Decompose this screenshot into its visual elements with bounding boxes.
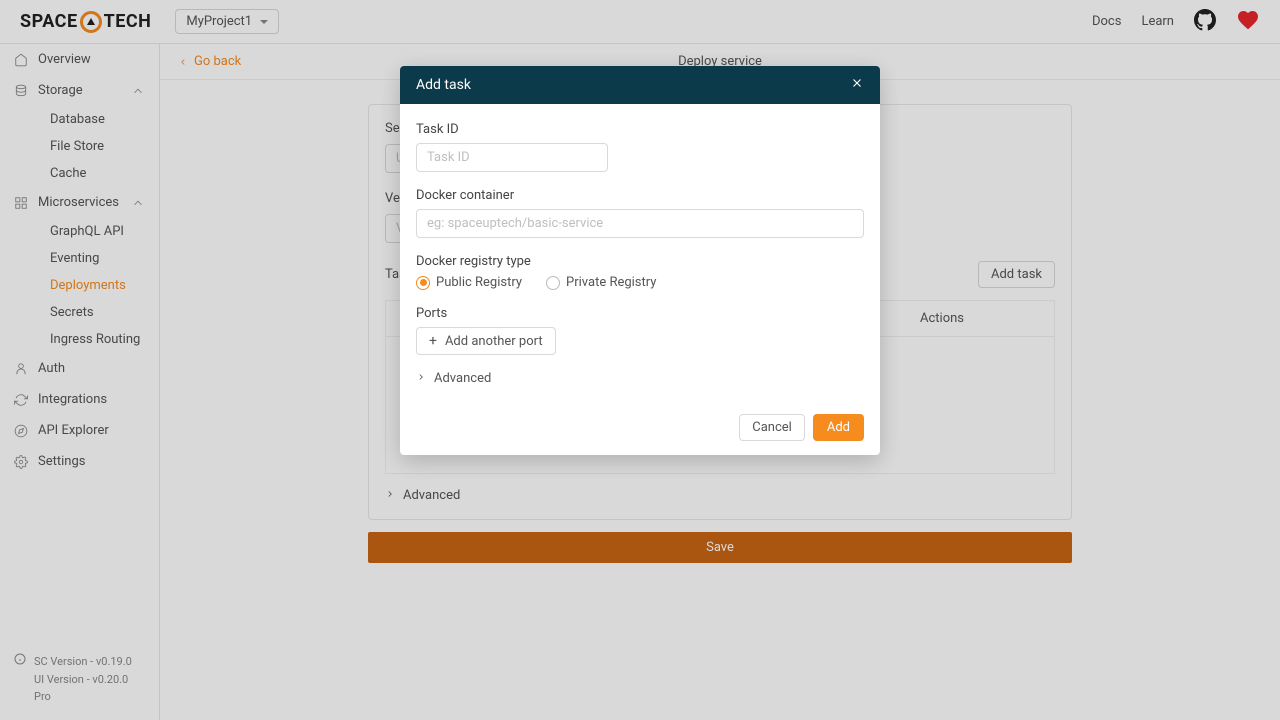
cancel-button[interactable]: Cancel — [739, 414, 805, 441]
add-port-button[interactable]: + Add another port — [416, 327, 556, 355]
registry-public-label: Public Registry — [436, 275, 522, 290]
close-icon[interactable] — [850, 76, 864, 94]
task-id-label: Task ID — [416, 122, 864, 137]
radio-checked-icon — [416, 276, 430, 290]
plus-icon: + — [429, 333, 437, 349]
modal-backdrop[interactable]: Add task Task ID Docker container Docker… — [0, 0, 1280, 720]
registry-private-label: Private Registry — [566, 275, 656, 290]
add-button[interactable]: Add — [813, 414, 864, 441]
modal-advanced-toggle[interactable]: Advanced — [416, 371, 864, 386]
modal-title: Add task — [416, 77, 471, 93]
registry-public-radio[interactable]: Public Registry — [416, 275, 522, 290]
add-port-label: Add another port — [445, 334, 543, 349]
modal-advanced-label: Advanced — [434, 371, 491, 386]
registry-type-label: Docker registry type — [416, 254, 864, 269]
chevron-right-icon — [416, 371, 426, 386]
ports-label: Ports — [416, 306, 864, 321]
docker-container-input[interactable] — [416, 209, 864, 238]
registry-private-radio[interactable]: Private Registry — [546, 275, 656, 290]
docker-container-label: Docker container — [416, 188, 864, 203]
modal-header: Add task — [400, 66, 880, 104]
add-task-modal: Add task Task ID Docker container Docker… — [400, 66, 880, 455]
radio-unchecked-icon — [546, 276, 560, 290]
task-id-input[interactable] — [416, 143, 608, 172]
